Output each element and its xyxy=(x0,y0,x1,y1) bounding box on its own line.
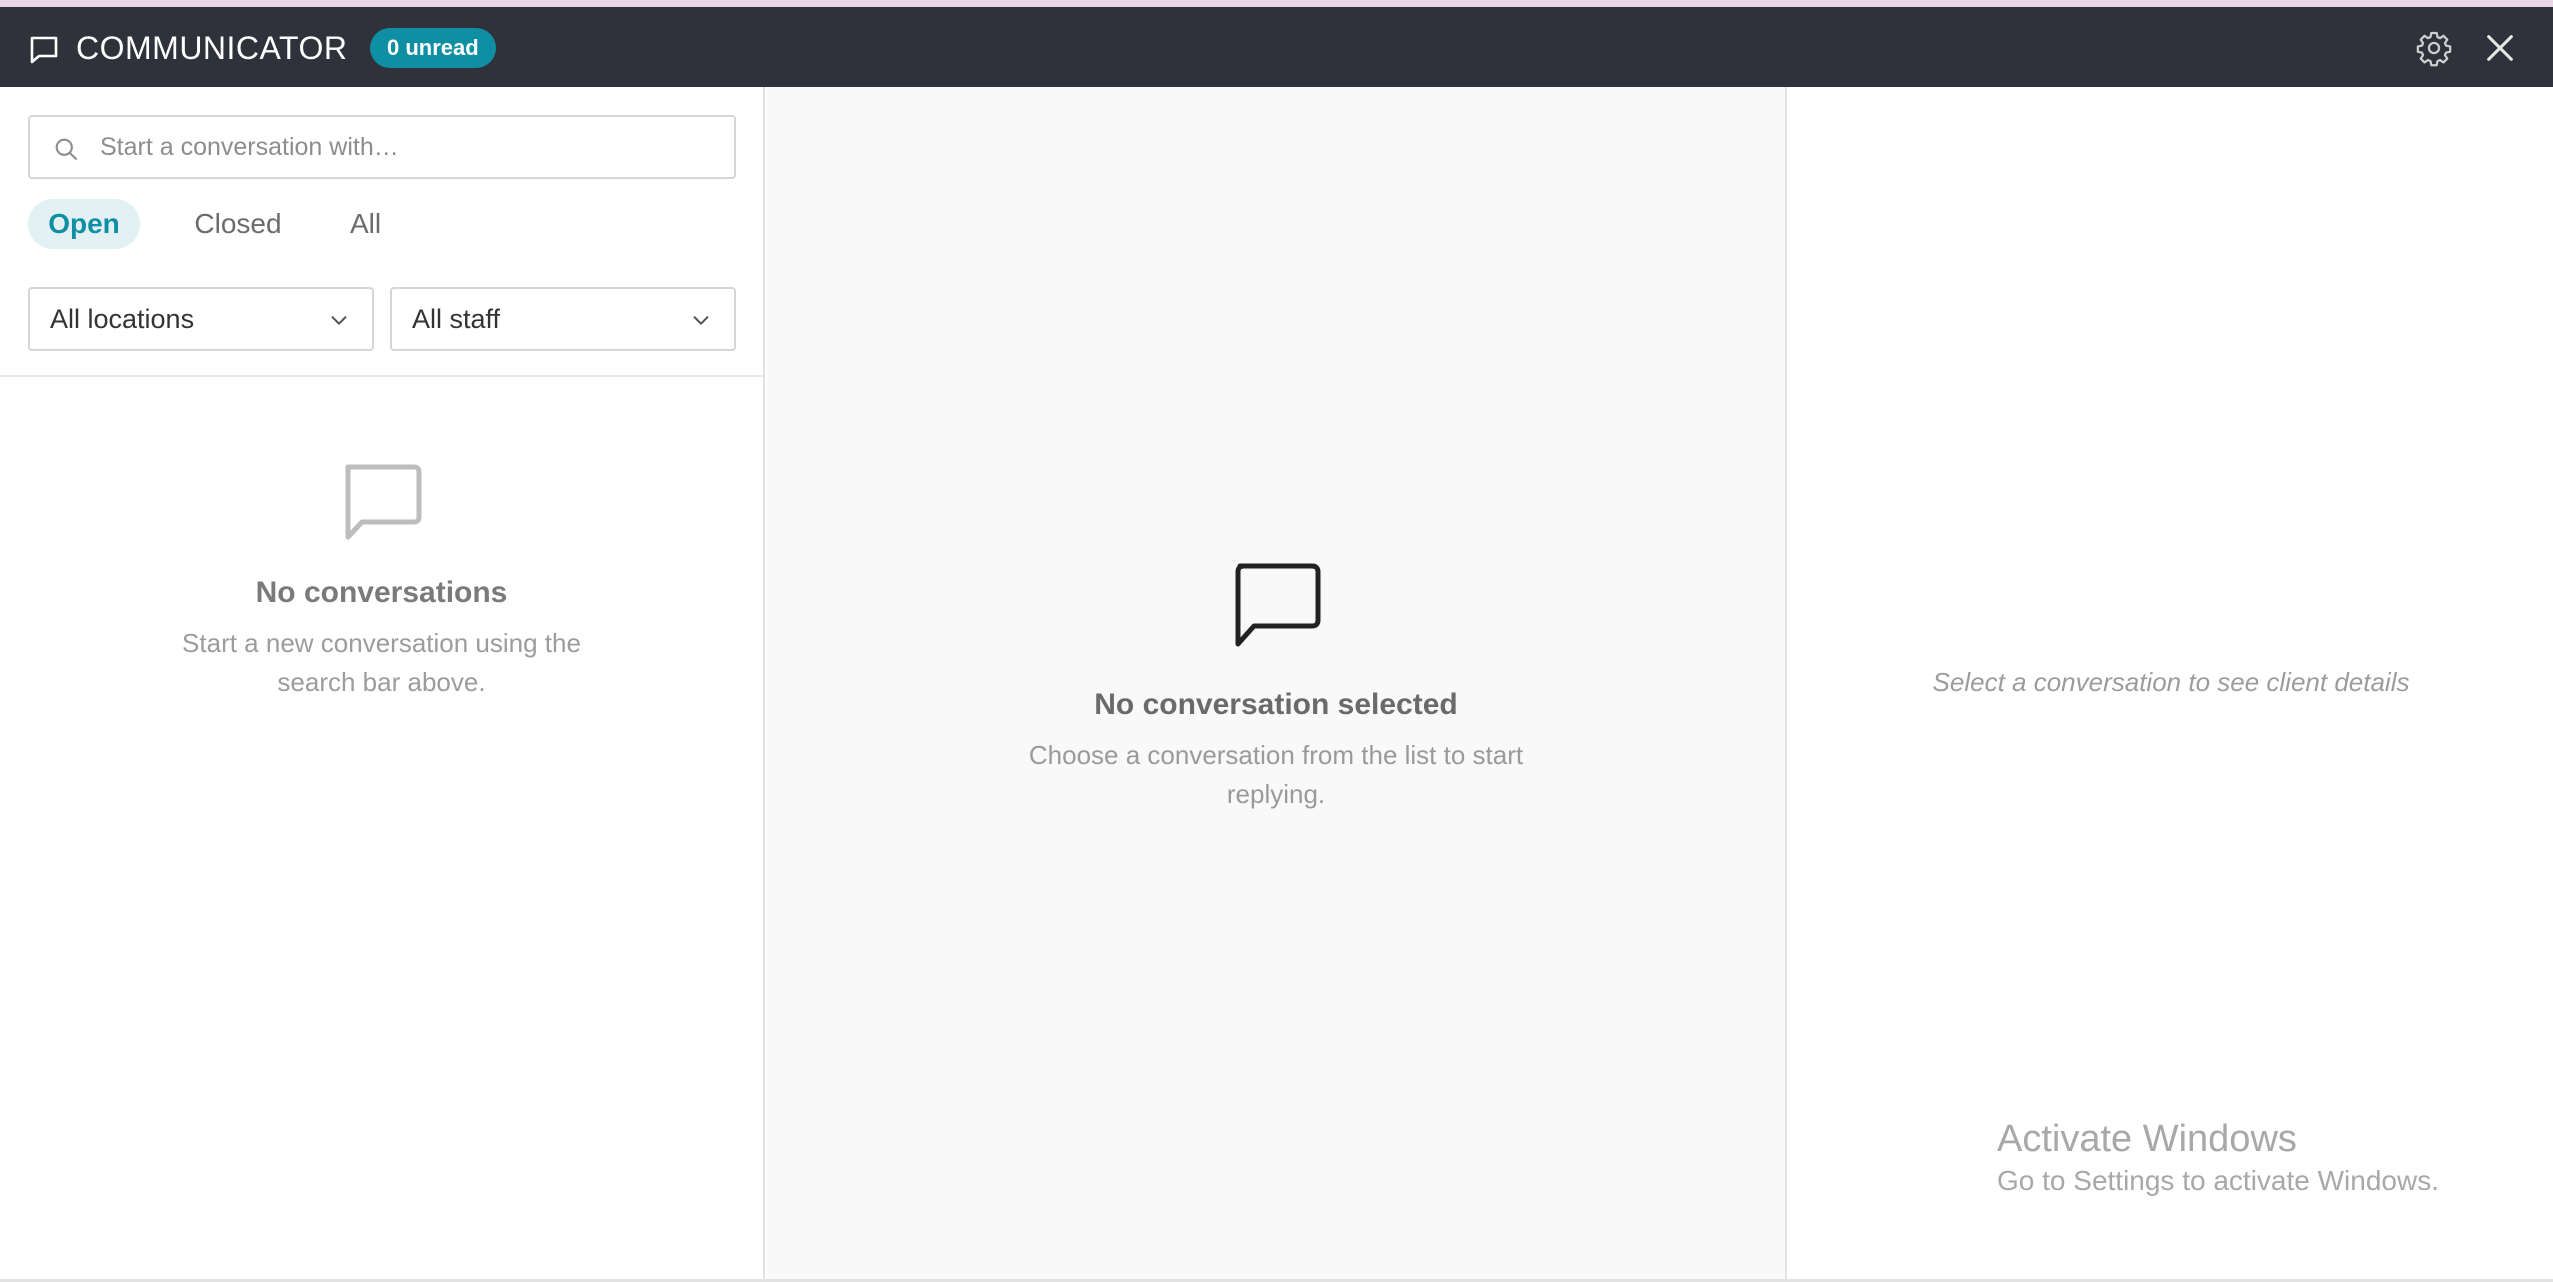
unread-badge: 0 unread xyxy=(370,28,496,68)
tab-open[interactable]: Open xyxy=(28,199,140,249)
client-details-panel: Select a conversation to see client deta… xyxy=(1789,87,2553,1282)
chevron-down-icon xyxy=(693,316,709,325)
location-filter-select[interactable]: All locations xyxy=(28,287,374,351)
empty-state-title: No conversation selected xyxy=(1094,688,1458,721)
empty-state-title: No conversations xyxy=(255,576,508,609)
search-box[interactable] xyxy=(28,115,736,179)
app-title: COMMUNICATOR xyxy=(76,30,348,66)
watermark-subtitle: Go to Settings to activate Windows. xyxy=(1997,1165,2439,1196)
client-details-hint: Select a conversation to see client deta… xyxy=(1932,667,2410,697)
tab-all[interactable]: All xyxy=(328,199,403,249)
staff-filter-select[interactable]: All staff xyxy=(390,287,736,351)
top-accent-line xyxy=(0,0,2553,7)
gear-icon[interactable] xyxy=(2415,29,2453,67)
chat-bubble-icon xyxy=(1235,563,1321,647)
close-icon[interactable] xyxy=(2483,31,2517,65)
watermark-title: Activate Windows xyxy=(1997,1118,2297,1160)
chat-bubble-icon xyxy=(345,464,421,540)
chevron-down-icon xyxy=(331,316,347,325)
divider xyxy=(0,375,763,377)
conversation-list-empty-state: No conversations Start a new conversatio… xyxy=(0,462,763,702)
empty-state-message: Start a new conversation using the searc… xyxy=(182,628,581,697)
activate-windows-watermark: Activate Windows Go to Settings to activ… xyxy=(1997,1117,2439,1201)
search-icon xyxy=(55,138,77,160)
search-input[interactable] xyxy=(100,127,720,167)
empty-state-message: Choose a conversation from the list to s… xyxy=(1028,740,1524,809)
app-header: COMMUNICATOR 0 unread xyxy=(0,7,2553,87)
chat-bubble-icon xyxy=(30,36,58,64)
staff-filter-value: All staff xyxy=(412,304,501,334)
conversation-view-panel: No conversation selected Choose a conver… xyxy=(767,87,1787,1282)
tab-closed[interactable]: Closed xyxy=(178,199,298,249)
conversation-list-panel: Open Closed All All locations All staff … xyxy=(0,87,765,1282)
conversation-view-empty-state: No conversation selected Choose a conver… xyxy=(767,560,1785,814)
location-filter-value: All locations xyxy=(50,304,195,334)
